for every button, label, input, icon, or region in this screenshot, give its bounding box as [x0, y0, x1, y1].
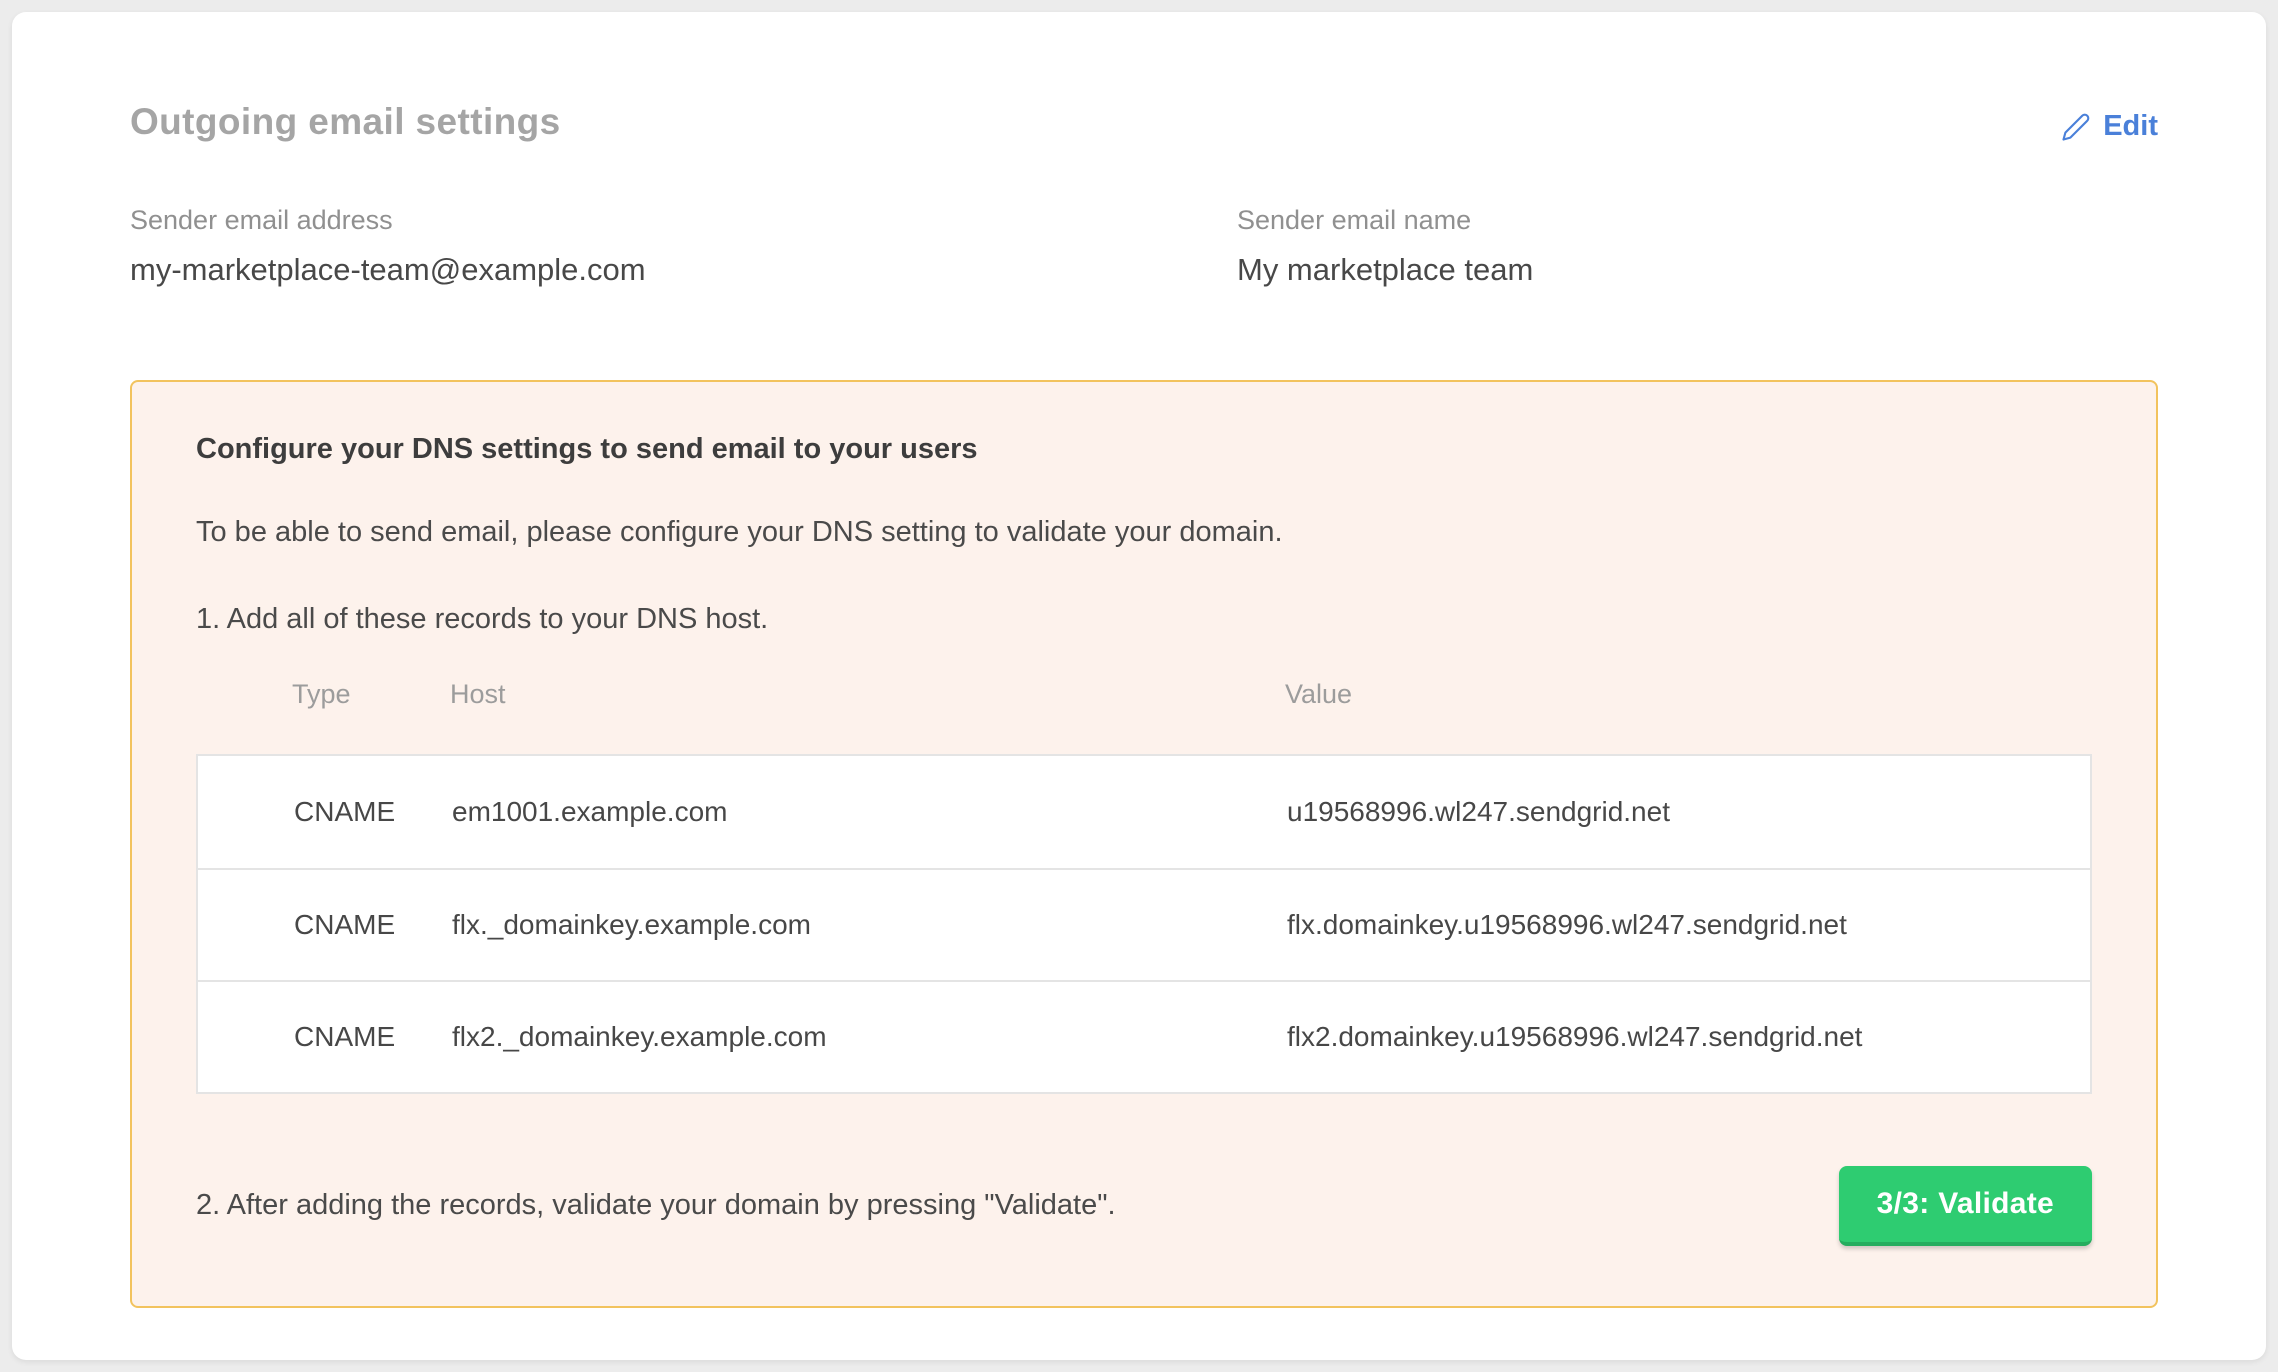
edit-button[interactable]: Edit [2061, 110, 2158, 143]
edit-label: Edit [2103, 110, 2158, 143]
dns-panel-heading: Configure your DNS settings to send emai… [196, 432, 2092, 467]
validate-button[interactable]: 3/3: Validate [1839, 1166, 2092, 1246]
dns-panel-description: To be able to send email, please configu… [196, 514, 2092, 550]
dns-record-row: CNAME flx2._domainkey.example.com flx2.d… [198, 980, 2090, 1092]
dns-table-header-type: Type [196, 679, 450, 710]
dns-table-header-host: Host [450, 679, 1285, 710]
dns-table-header: Type Host Value [196, 679, 2092, 710]
sender-email-name-field: Sender email name My marketplace team [1237, 204, 2158, 289]
dns-record-type: CNAME [198, 909, 452, 941]
dns-record-value: u19568996.wl247.sendgrid.net [1287, 796, 2090, 828]
page-title: Outgoing email settings [130, 100, 561, 144]
sender-email-address-field: Sender email address my-marketplace-team… [130, 204, 1237, 289]
sender-email-name-value: My marketplace team [1237, 251, 2158, 290]
sender-email-name-label: Sender email name [1237, 204, 2158, 236]
card-header: Outgoing email settings Edit [130, 100, 2158, 144]
dns-record-value: flx.domainkey.u19568996.wl247.sendgrid.n… [1287, 909, 2090, 941]
dns-records-table: CNAME em1001.example.com u19568996.wl247… [196, 754, 2092, 1094]
dns-configuration-panel: Configure your DNS settings to send emai… [130, 380, 2158, 1308]
dns-validate-row: 2. After adding the records, validate yo… [196, 1166, 2092, 1246]
sender-fields: Sender email address my-marketplace-team… [130, 204, 2158, 289]
outgoing-email-settings-card: Outgoing email settings Edit Sender emai… [12, 12, 2266, 1360]
dns-record-host: flx2._domainkey.example.com [452, 1021, 1287, 1053]
dns-step-2-text: 2. After adding the records, validate yo… [196, 1189, 1116, 1222]
dns-record-row: CNAME em1001.example.com u19568996.wl247… [198, 756, 2090, 868]
dns-record-type: CNAME [198, 796, 452, 828]
dns-record-value: flx2.domainkey.u19568996.wl247.sendgrid.… [1287, 1021, 2090, 1053]
dns-record-host: flx._domainkey.example.com [452, 909, 1287, 941]
dns-record-type: CNAME [198, 1021, 452, 1053]
sender-email-address-label: Sender email address [130, 204, 1237, 236]
sender-email-address-value: my-marketplace-team@example.com [130, 251, 1237, 290]
dns-table-header-value: Value [1285, 679, 2092, 710]
dns-record-row: CNAME flx._domainkey.example.com flx.dom… [198, 868, 2090, 980]
dns-step-1-text: 1. Add all of these records to your DNS … [196, 601, 2092, 637]
pencil-icon [2061, 112, 2091, 142]
dns-record-host: em1001.example.com [452, 796, 1287, 828]
